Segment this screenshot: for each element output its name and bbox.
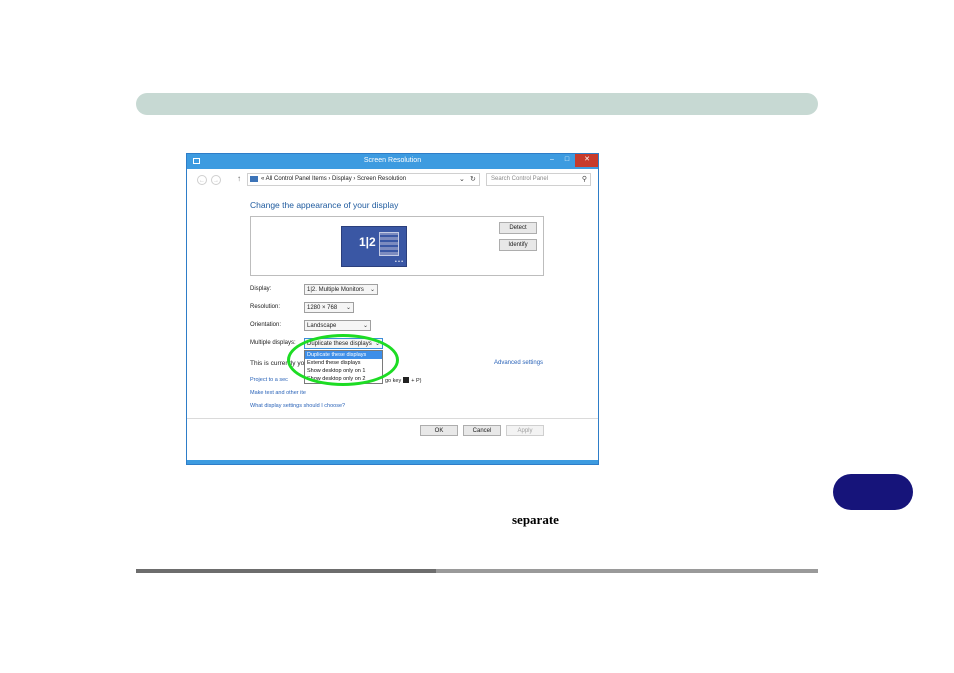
page-title: Change the appearance of your display [250, 200, 399, 210]
up-arrow-icon[interactable]: ↑ [237, 174, 241, 183]
orientation-label: Orientation: [250, 322, 282, 328]
identify-button[interactable]: Identify [499, 239, 537, 251]
orientation-select[interactable]: Landscape ⌄ [304, 320, 371, 331]
search-input[interactable]: Search Control Panel ⚲ [486, 173, 591, 186]
windows-key-icon [403, 377, 410, 383]
detect-button[interactable]: Detect [499, 222, 537, 234]
address-row: ← → ↑ « All Control Panel Items › Displa… [187, 170, 598, 190]
search-placeholder: Search Control Panel [491, 176, 549, 182]
advanced-settings-link[interactable]: Advanced settings [494, 360, 543, 366]
forward-arrow-icon[interactable]: → [211, 175, 221, 185]
monitor-icon[interactable]: 1|2 • • • [341, 226, 407, 267]
window-title: Screen Resolution [363, 157, 422, 164]
highlight-ring [287, 334, 399, 386]
back-arrow-icon[interactable]: ← [197, 175, 207, 185]
shortcut-text-before: go key [385, 378, 402, 384]
window-bottom-strip [187, 460, 598, 464]
screen-resolution-window: Screen Resolution – □ ✕ ← → ↑ « All Cont… [186, 153, 599, 465]
ok-button[interactable]: OK [420, 425, 458, 436]
apply-button[interactable]: Apply [506, 425, 544, 436]
display-label: Display: [250, 286, 272, 292]
footer-rule-dark [136, 569, 436, 573]
display-select[interactable]: 1|2. Multiple Monitors ⌄ [304, 284, 378, 295]
chevron-down-icon: ⌄ [345, 305, 351, 311]
close-button[interactable]: ✕ [575, 154, 598, 167]
refresh-icon[interactable]: ↻ [470, 175, 476, 183]
resolution-select[interactable]: 1280 × 768 ⌄ [304, 302, 354, 313]
grid-icon [379, 232, 399, 256]
chevron-down-icon: ⌄ [362, 323, 368, 329]
search-icon[interactable]: ⚲ [582, 175, 587, 183]
footer-rule [136, 569, 818, 573]
minimize-button[interactable]: – [545, 154, 559, 167]
shortcut-text-after: + P) [411, 378, 422, 384]
body-text: separate [512, 512, 559, 527]
footer-divider [187, 418, 598, 419]
address-bar[interactable]: « All Control Panel Items › Display › Sc… [247, 173, 480, 186]
maximize-button[interactable]: □ [560, 154, 574, 167]
text-size-link[interactable]: Make text and other ite [250, 390, 306, 396]
breadcrumb[interactable]: « All Control Panel Items › Display › Sc… [261, 176, 406, 182]
page-header-bar [136, 93, 818, 115]
chevron-down-icon[interactable]: ⌄ [459, 175, 465, 183]
cancel-button[interactable]: Cancel [463, 425, 501, 436]
multiple-displays-label: Multiple displays: [250, 340, 296, 346]
orientation-select-value: Landscape [307, 323, 337, 329]
monitor-badge: 1|2 [359, 235, 376, 249]
chevron-down-icon: ⌄ [369, 287, 375, 293]
display-help-link[interactable]: What display settings should I choose? [250, 403, 345, 409]
shortcut-text: go key + P) [385, 377, 421, 384]
chapter-tab [833, 474, 913, 510]
display-select-value: 1|2. Multiple Monitors [307, 287, 364, 293]
monitor-dots: • • • [394, 259, 403, 265]
control-panel-icon [250, 176, 258, 182]
title-bar: Screen Resolution – □ ✕ [187, 154, 598, 169]
resolution-select-value: 1280 × 768 [307, 305, 338, 311]
project-link[interactable]: Project to a sec [250, 377, 288, 383]
resolution-label: Resolution: [250, 304, 281, 310]
